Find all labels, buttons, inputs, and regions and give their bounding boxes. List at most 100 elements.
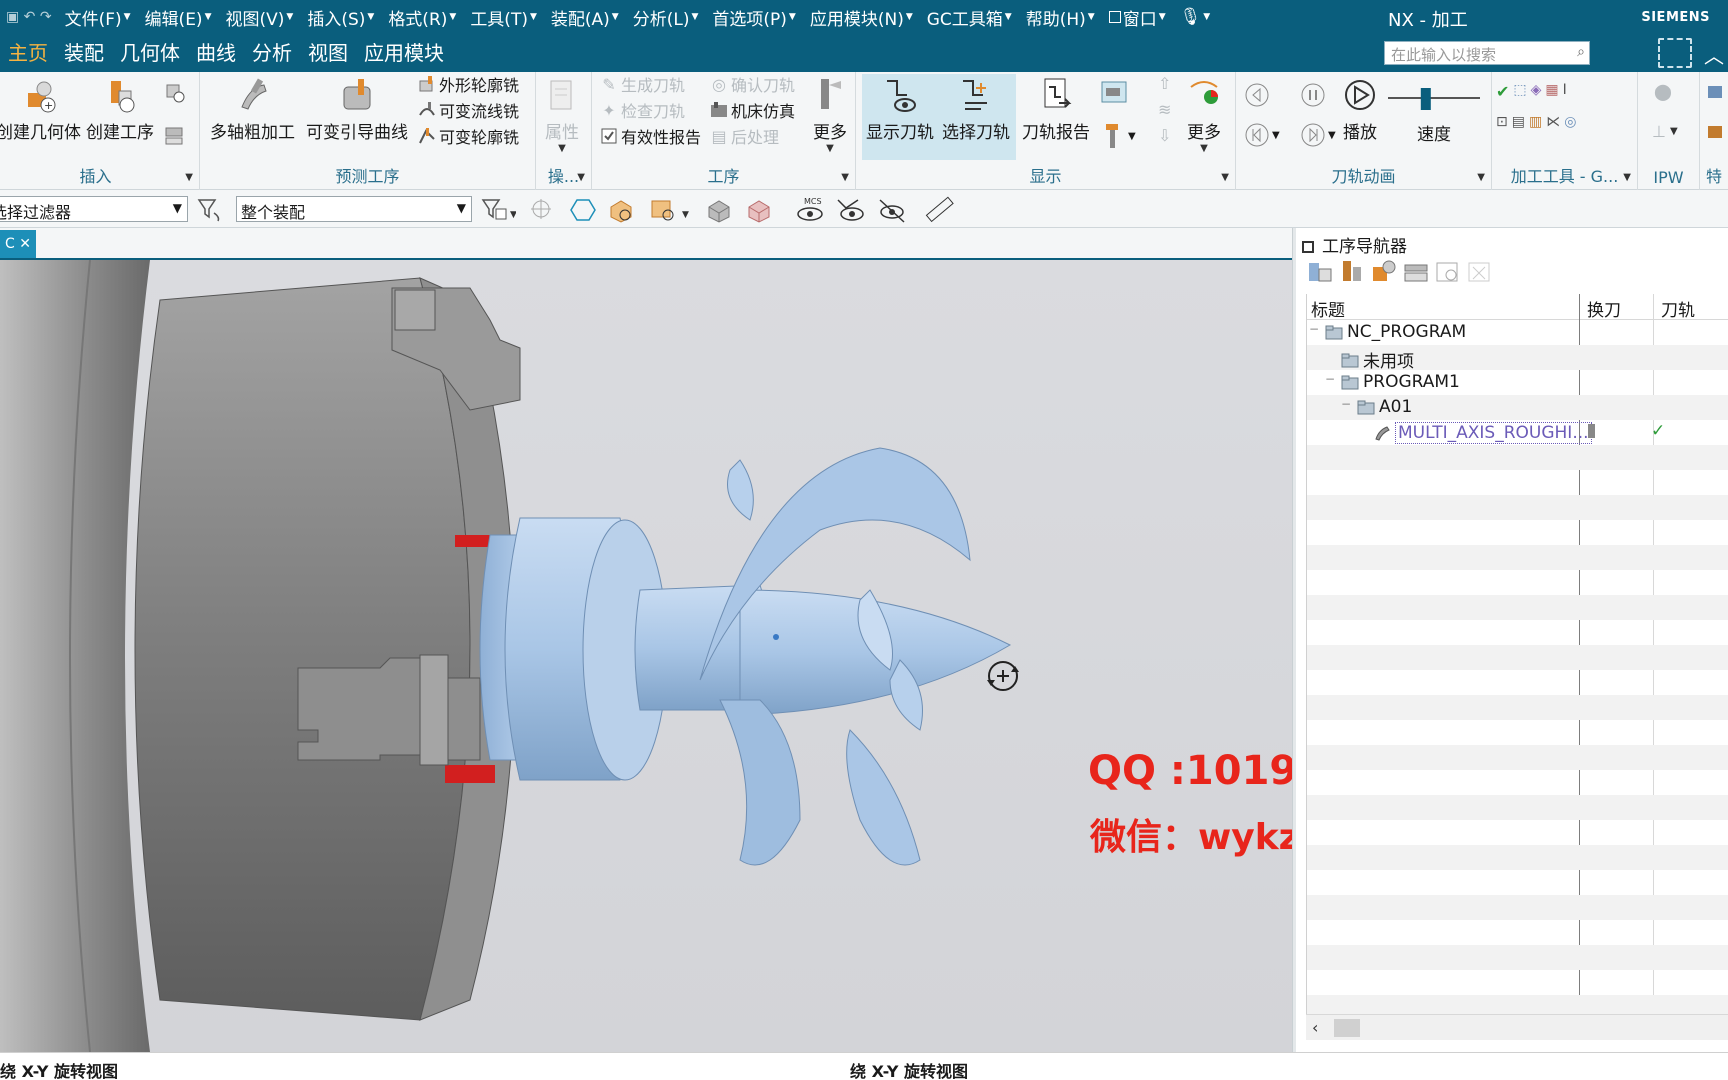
pin-window-icon[interactable] [1302, 241, 1314, 253]
move-up-icon[interactable]: ⇧ [1158, 74, 1171, 93]
select-body-icon[interactable] [606, 196, 636, 224]
multi-axis-rough-button[interactable]: 多轴粗加工 [210, 76, 295, 143]
wireframe-view-icon[interactable] [744, 196, 774, 224]
navigator-row[interactable]: − NC_PROGRAM [1307, 320, 1728, 345]
command-search-input[interactable]: 在此输入以搜索 ⌕ [1384, 41, 1590, 65]
filter-options-icon[interactable]: ▼ [478, 196, 518, 224]
tab-analysis[interactable]: 分析 [244, 34, 300, 72]
tab-geometry[interactable]: 几何体 [112, 34, 188, 72]
tab-curve[interactable]: 曲线 [188, 34, 244, 72]
check-toolpath-button[interactable]: ✦ 检查刀轨 [600, 98, 685, 122]
remove-object-icon[interactable] [1466, 258, 1494, 286]
menu-window[interactable]: 窗口 ▼ [1102, 5, 1173, 30]
hexagon-icon[interactable] [568, 196, 598, 224]
feature-a-icon[interactable] [1706, 82, 1726, 102]
measure-icon[interactable] [924, 196, 954, 224]
layers-icon[interactable]: ≋ [1158, 100, 1171, 119]
outer-contour-mill-button[interactable]: 外形轮廓铣 [418, 72, 519, 96]
filter-reset-icon[interactable] [196, 196, 226, 224]
group-animation-dropdown-icon[interactable]: ▼ [1477, 172, 1485, 183]
fast-forward-icon[interactable]: ▼ [1300, 122, 1336, 148]
move-down-icon[interactable]: ⇩ [1158, 126, 1171, 145]
horizontal-scrollbar[interactable]: ‹ [1306, 1014, 1728, 1040]
group-insert-dropdown-icon[interactable]: ▼ [185, 172, 193, 183]
tree-collapse-icon[interactable]: − [1309, 322, 1319, 336]
group-machining-tools-dropdown-icon[interactable]: ▼ [1623, 172, 1631, 183]
menu-application[interactable]: 应用模块(N) ▼ [803, 5, 920, 30]
column-toolpath[interactable]: 刀轨 [1661, 296, 1695, 321]
program-order-view-icon[interactable] [1306, 258, 1334, 286]
scrollbar-thumb[interactable] [1334, 1019, 1360, 1037]
display-options-icon[interactable] [1100, 78, 1128, 106]
group-operation-dropdown-icon[interactable]: ▼ [841, 172, 849, 183]
create-tool-icon[interactable] [164, 82, 186, 104]
snap-point-icon[interactable] [528, 196, 558, 224]
find-object-icon[interactable] [1434, 258, 1462, 286]
graphics-viewport[interactable]: QQ :1019607764 微信：wykzwzj999 [0, 260, 1292, 1052]
close-icon[interactable]: ✕ [19, 236, 31, 252]
ipw-a-icon[interactable]: ⬤ [1654, 82, 1672, 101]
document-tab[interactable]: C ✕ [0, 230, 36, 258]
microphone-icon[interactable]: 🎙 ▼ [1173, 7, 1218, 27]
tool-c-icon[interactable]: ▦ [1545, 82, 1558, 101]
navigator-row[interactable]: 未用项 [1307, 345, 1728, 372]
method-view-icon[interactable] [1402, 258, 1430, 286]
tool-b-icon[interactable]: ◈ [1531, 82, 1542, 101]
create-geometry-button[interactable]: + 创建几何体 [0, 76, 81, 143]
tab-home[interactable]: 主页 [0, 34, 56, 72]
generate-toolpath-button[interactable]: ✎ 生成刀轨 [600, 72, 685, 96]
quick-access-icons[interactable]: ▣ ↶ ↷ [0, 9, 58, 25]
tool-g-icon[interactable]: ▥ [1529, 114, 1542, 130]
tree-collapse-icon[interactable]: − [1325, 372, 1335, 386]
check-mark-tool-icon[interactable]: ✔ [1496, 82, 1509, 101]
tool-a-icon[interactable]: ⬚ [1513, 82, 1526, 101]
create-method-icon[interactable] [164, 124, 186, 146]
select-face-icon[interactable]: ▼ [646, 196, 694, 224]
speed-slider[interactable]: 速度 [1386, 76, 1482, 145]
verify-toolpath-button[interactable]: ◎ 确认刀轨 [710, 72, 795, 96]
variable-contour-button[interactable]: 可变轮廓铣 [418, 124, 519, 148]
show-toolpath-button[interactable]: 显示刀轨 [866, 76, 934, 143]
collapse-ribbon-icon[interactable]: ︿ [1704, 40, 1724, 69]
variable-streamline-button[interactable]: 可变流线铣 [418, 98, 519, 122]
tab-view[interactable]: 视图 [300, 34, 356, 72]
menu-assembly[interactable]: 装配(A) ▼ [544, 5, 626, 30]
display-more-button[interactable]: 更多 ▼ [1186, 76, 1222, 154]
navigator-row[interactable]: − PROGRAM1 [1307, 370, 1728, 395]
machine-simulation-button[interactable]: 机床仿真 [710, 98, 795, 122]
assembly-scope-dropdown[interactable]: 整个装配 ▼ [236, 196, 472, 222]
show-csys-icon[interactable] [836, 196, 866, 224]
navigator-row[interactable]: MULTI_AXIS_ROUGHI... ✓ [1307, 420, 1728, 445]
select-toolpath-button[interactable]: 选择刀轨 [942, 76, 1010, 143]
tree-collapse-icon[interactable]: − [1341, 397, 1351, 411]
mcs-display-icon[interactable]: MCS [796, 196, 826, 224]
tool-h-icon[interactable]: ⋉ [1546, 114, 1560, 130]
fullscreen-icon[interactable] [1658, 38, 1692, 68]
menu-format[interactable]: 格式(R) ▼ [381, 5, 463, 30]
group-display-dropdown-icon[interactable]: ▼ [1221, 172, 1229, 183]
column-tool-change[interactable]: 换刀 [1587, 296, 1621, 321]
column-title[interactable]: 标题 [1311, 296, 1345, 321]
menu-view[interactable]: 视图(V) ▼ [219, 5, 301, 30]
tab-application[interactable]: 应用模块 [356, 34, 452, 72]
menu-edit[interactable]: 编辑(E) ▼ [138, 5, 219, 30]
ipw-b-icon[interactable]: ⊥ ▼ [1652, 122, 1678, 141]
machine-tool-view-icon[interactable] [1338, 258, 1366, 286]
menu-help[interactable]: 帮助(H) ▼ [1019, 5, 1102, 30]
tool-display-icon[interactable]: ▼ [1102, 122, 1136, 150]
menu-analysis[interactable]: 分析(L) ▼ [626, 5, 706, 30]
geometry-view-icon[interactable] [1370, 258, 1398, 286]
properties-button[interactable]: 属性 ▼ [544, 76, 580, 154]
tool-d-icon[interactable]: Ⅰ [1563, 82, 1567, 101]
scroll-left-icon[interactable]: ‹ [1312, 1018, 1318, 1037]
toolpath-report-button[interactable]: 刀轨报告 [1022, 76, 1090, 143]
create-operation-button[interactable]: 创建工序 [86, 76, 154, 143]
rewind-icon[interactable]: ▼ [1244, 122, 1280, 148]
hide-icon[interactable] [876, 196, 906, 224]
step-back-icon[interactable] [1244, 82, 1270, 108]
menu-tools[interactable]: 工具(T) ▼ [463, 5, 544, 30]
shaded-view-icon[interactable] [704, 196, 734, 224]
variable-guide-curve-button[interactable]: 可变引导曲线 [306, 76, 408, 143]
menu-gc-toolbox[interactable]: GC工具箱 ▼ [920, 5, 1019, 30]
menu-insert[interactable]: 插入(S) ▼ [300, 5, 381, 30]
